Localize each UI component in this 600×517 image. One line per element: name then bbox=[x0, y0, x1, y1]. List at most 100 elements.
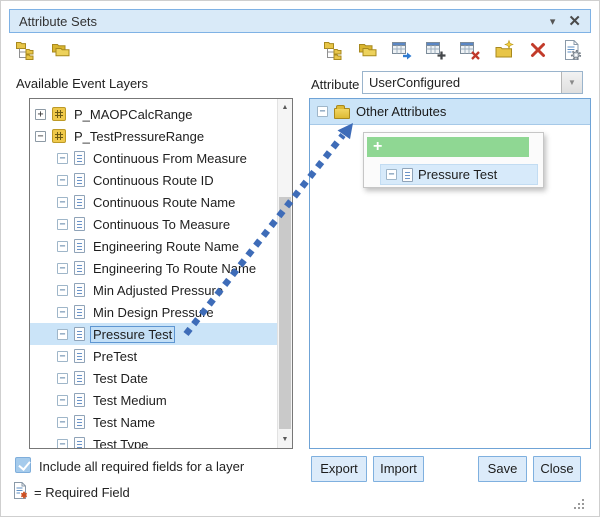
tree-item-label: Engineering To Route Name bbox=[91, 261, 258, 276]
scroll-down-icon[interactable]: ▼ bbox=[278, 432, 292, 447]
save-button[interactable]: Save bbox=[478, 456, 527, 482]
expander-icon[interactable]: − bbox=[57, 373, 68, 384]
tree-item-label: Min Adjusted Pressure bbox=[91, 283, 225, 298]
tree-item[interactable]: − Continuous Route ID bbox=[30, 169, 277, 191]
attribute-sets-dialog: Attribute Sets ▾ ✕ bbox=[0, 0, 600, 517]
expander-icon[interactable]: − bbox=[57, 439, 68, 449]
expander-icon[interactable]: − bbox=[317, 106, 328, 117]
tree-item[interactable]: − Min Adjusted Pressure bbox=[30, 279, 277, 301]
tree-item-label: Pressure Test bbox=[91, 327, 174, 342]
field-icon bbox=[74, 239, 85, 253]
attribute-set-value: UserConfigured bbox=[363, 72, 561, 93]
drag-ghost: + − Pressure Test bbox=[363, 132, 544, 188]
checkbox-label: Include all required fields for a layer bbox=[39, 459, 244, 474]
tree-item[interactable]: − Test Type bbox=[30, 433, 277, 448]
tree-item[interactable]: − Continuous From Measure bbox=[30, 147, 277, 169]
tree-item[interactable]: − Continuous Route Name bbox=[30, 191, 277, 213]
resize-grip[interactable] bbox=[574, 499, 585, 510]
folder-icon bbox=[334, 108, 350, 119]
expander-icon[interactable]: − bbox=[57, 263, 68, 274]
field-icon bbox=[74, 349, 85, 363]
open-attribute-set-icon[interactable] bbox=[50, 39, 72, 61]
tree-item-label: Test Date bbox=[91, 371, 150, 386]
dock-caret-icon[interactable]: ▾ bbox=[550, 15, 556, 28]
import-button[interactable]: Import bbox=[373, 456, 424, 482]
tree-item[interactable]: − PreTest bbox=[30, 345, 277, 367]
new-attribute-set-icon[interactable] bbox=[15, 39, 37, 61]
scroll-up-icon[interactable]: ▲ bbox=[278, 100, 292, 115]
field-icon bbox=[74, 327, 85, 341]
tree-item-label: Continuous Route ID bbox=[91, 173, 216, 188]
tree-item[interactable]: − Engineering Route Name bbox=[30, 235, 277, 257]
export-button[interactable]: Export bbox=[311, 456, 367, 482]
tree-item-label: PreTest bbox=[91, 349, 139, 364]
expander-icon[interactable]: − bbox=[57, 175, 68, 186]
tree-item[interactable]: − Min Design Pressure bbox=[30, 301, 277, 323]
open-attribute-set-file-icon[interactable] bbox=[493, 39, 515, 61]
expander-icon[interactable]: − bbox=[57, 395, 68, 406]
tree-item-pressure-test[interactable]: − Pressure Test bbox=[30, 323, 277, 345]
chevron-down-icon: ▼ bbox=[568, 78, 576, 87]
attribute-set-properties-icon[interactable] bbox=[561, 39, 583, 61]
tree-item-label: Other Attributes bbox=[356, 104, 446, 119]
new-attribute-set-icon[interactable] bbox=[323, 39, 345, 61]
tree-item-label: Continuous To Measure bbox=[91, 217, 232, 232]
tree-item-label: Min Design Pressure bbox=[91, 305, 216, 320]
plus-icon: + bbox=[373, 138, 382, 155]
delete-attribute-set-icon[interactable] bbox=[527, 39, 549, 61]
field-icon bbox=[74, 151, 85, 165]
event-layers-tree: + P_MAOPCalcRange − P_TestPressureRange … bbox=[30, 99, 277, 448]
close-icon[interactable]: ✕ bbox=[568, 12, 581, 30]
expander-icon[interactable]: − bbox=[57, 285, 68, 296]
expander-icon[interactable]: − bbox=[57, 351, 68, 362]
tree-item[interactable]: − Test Medium bbox=[30, 389, 277, 411]
expander-icon[interactable]: − bbox=[57, 197, 68, 208]
field-icon bbox=[74, 217, 85, 231]
tree-item-label: Continuous Route Name bbox=[91, 195, 237, 210]
add-event-table-icon[interactable] bbox=[425, 39, 447, 61]
tree-item[interactable]: − Continuous To Measure bbox=[30, 213, 277, 235]
required-field-icon bbox=[13, 481, 29, 500]
remove-event-table-icon[interactable] bbox=[459, 39, 481, 61]
tree-item-other-attributes[interactable]: − Other Attributes bbox=[310, 99, 590, 125]
export-event-table-icon[interactable] bbox=[391, 39, 413, 61]
expander-icon[interactable]: − bbox=[57, 241, 68, 252]
field-icon bbox=[74, 173, 85, 187]
expander-icon: − bbox=[386, 169, 397, 180]
available-event-layers-panel: + P_MAOPCalcRange − P_TestPressureRange … bbox=[29, 98, 293, 449]
field-icon bbox=[74, 415, 85, 429]
available-event-layers-label: Available Event Layers bbox=[16, 76, 148, 91]
attribute-set-combobox[interactable]: UserConfigured ▼ bbox=[362, 71, 583, 94]
tree-item[interactable]: + P_MAOPCalcRange bbox=[30, 103, 277, 125]
toolbar bbox=[15, 38, 583, 62]
expander-icon[interactable]: − bbox=[57, 307, 68, 318]
field-icon bbox=[74, 437, 85, 448]
expander-icon[interactable]: + bbox=[35, 109, 46, 120]
field-icon bbox=[74, 195, 85, 209]
tree-item[interactable]: − Engineering To Route Name bbox=[30, 257, 277, 279]
expander-icon[interactable]: − bbox=[57, 417, 68, 428]
tree-item[interactable]: − Test Date bbox=[30, 367, 277, 389]
expander-icon[interactable]: − bbox=[57, 329, 68, 340]
expander-icon[interactable]: − bbox=[35, 131, 46, 142]
scrollbar-thumb[interactable] bbox=[279, 197, 291, 429]
tree-item-label: Engineering Route Name bbox=[91, 239, 241, 254]
tree-item[interactable]: − Test Name bbox=[30, 411, 277, 433]
tree-item-label: P_TestPressureRange bbox=[72, 129, 206, 144]
field-icon bbox=[74, 283, 85, 297]
tree-item-label: Test Type bbox=[91, 437, 150, 449]
include-required-fields-checkbox[interactable] bbox=[15, 457, 31, 473]
close-button[interactable]: Close bbox=[533, 456, 581, 482]
title-bar: Attribute Sets ▾ ✕ bbox=[9, 9, 591, 33]
combo-dropdown-button[interactable]: ▼ bbox=[561, 72, 582, 93]
expander-icon[interactable]: − bbox=[57, 219, 68, 230]
field-icon bbox=[74, 305, 85, 319]
event-layer-icon bbox=[52, 129, 66, 143]
tree-item-label: Test Name bbox=[91, 415, 157, 430]
tree-item[interactable]: − P_TestPressureRange bbox=[30, 125, 277, 147]
tree-item-label: Continuous From Measure bbox=[91, 151, 249, 166]
expander-icon[interactable]: − bbox=[57, 153, 68, 164]
vertical-scrollbar[interactable]: ▲ ▼ bbox=[277, 99, 292, 448]
open-attribute-set-icon[interactable] bbox=[357, 39, 379, 61]
dialog-title: Attribute Sets bbox=[19, 14, 97, 29]
